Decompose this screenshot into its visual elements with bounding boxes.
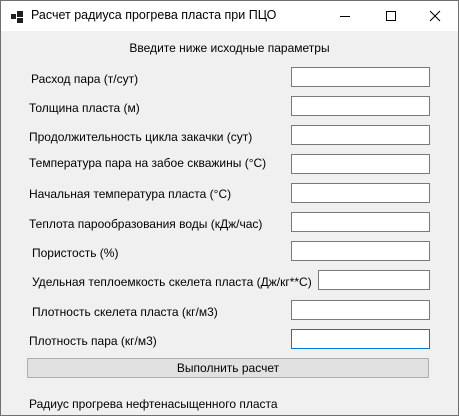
steam-density-input[interactable] [291,329,430,349]
formation-thickness-label: Толщина пласта (м) [29,101,140,115]
minimize-button[interactable] [322,1,368,31]
injection-duration-input[interactable] [291,125,430,145]
bottomhole-steam-temp-input[interactable] [291,154,430,174]
vaporization-heat-label: Теплота парообразования воды (кДж/час) [29,217,263,231]
app-window: Расчет радиуса прогрева пласта при ПЦО В… [0,0,459,416]
close-icon [429,10,441,22]
porosity-input[interactable] [291,241,430,261]
close-button[interactable] [412,1,458,31]
minimize-icon [340,16,350,17]
app-icon [11,11,23,23]
run-calculation-button[interactable]: Выполнить расчет [27,358,429,378]
initial-formation-temp-input[interactable] [291,183,430,203]
bottomhole-steam-temp-label: Температура пара на забое скважины (°С) [29,156,267,170]
window-title: Расчет радиуса прогрева пласта при ПЦО [31,8,277,22]
initial-formation-temp-label: Начальная температура пласта (°С) [29,187,232,201]
rock-heat-capacity-input[interactable] [318,270,430,290]
result-label: Радиус прогрева нефтенасыщенного пласта [29,397,278,411]
steam-flow-input[interactable] [291,67,430,87]
rock-density-label: Плотность скелета пласта (кг/м3) [32,305,218,319]
steam-density-label: Плотность пара (кг/м3) [29,334,157,348]
form-header: Введите ниже исходные параметры [129,41,330,55]
rock-heat-capacity-label: Удельная теплоемкость скелета пласта (Дж… [32,275,312,289]
formation-thickness-input[interactable] [291,96,430,116]
maximize-button[interactable] [368,1,414,31]
maximize-icon [386,11,396,21]
injection-duration-label: Продолжительность цикла закачки (сут) [29,130,253,144]
steam-flow-label: Расход пара (т/сут) [31,72,139,86]
rock-density-input[interactable] [291,300,430,320]
vaporization-heat-input[interactable] [291,212,430,232]
porosity-label: Пористость (%) [32,246,119,260]
title-bar[interactable]: Расчет радиуса прогрева пласта при ПЦО [1,1,458,31]
